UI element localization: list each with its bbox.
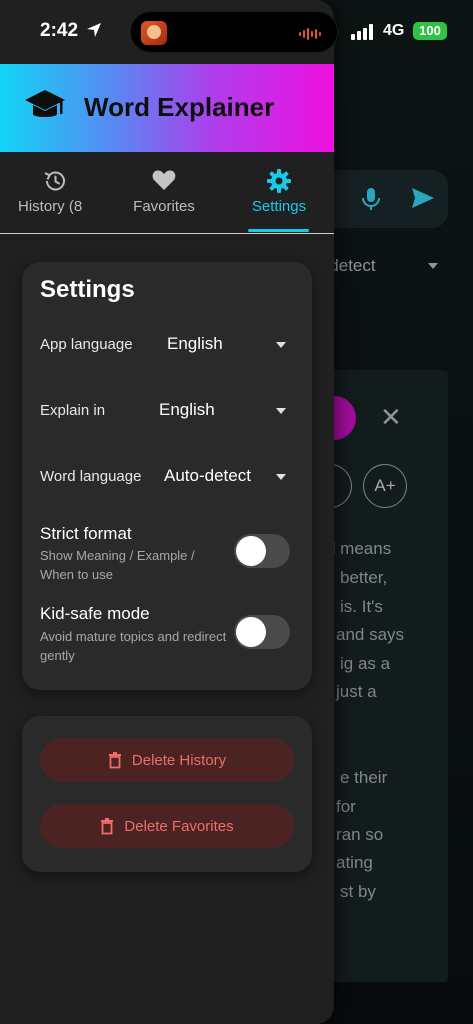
delete-history-label: Delete History <box>131 751 227 769</box>
dynamic-island[interactable] <box>130 11 338 53</box>
tab-settings-label: Settings <box>251 198 307 215</box>
background-text-line: just a <box>336 682 377 701</box>
background-text-line: ran so <box>336 825 384 844</box>
battery-indicator: 100 <box>413 22 447 40</box>
heart-icon <box>152 170 176 190</box>
settings-title: Settings <box>40 276 135 303</box>
tab-settings[interactable]: Settings <box>224 152 334 234</box>
history-icon <box>44 171 65 191</box>
gear-icon <box>267 169 291 193</box>
background-text-line: better, <box>340 568 388 587</box>
network-type: 4G <box>383 22 405 39</box>
status-time: 2:42 <box>40 20 79 41</box>
tab-history-label: History (8 <box>18 198 83 215</box>
background-text-line: for <box>336 797 356 816</box>
word-language-select[interactable]: Auto-detect <box>164 466 251 486</box>
delete-favorites-button[interactable]: Delete Favorites <box>40 804 294 848</box>
background-text-line: ig as a <box>340 654 391 673</box>
drawer-header: Word Explainer <box>0 64 334 152</box>
strict-format-subtitle: Show Meaning / Example / When to use <box>40 548 195 582</box>
kid-safe-subtitle: Avoid mature topics and redirect gently <box>40 629 227 663</box>
close-icon[interactable]: ✕ <box>380 402 402 433</box>
background-text-line: e their <box>340 768 388 787</box>
cellular-signal-icon <box>351 24 373 40</box>
chevron-down-icon[interactable] <box>276 342 286 348</box>
now-playing-app-icon <box>141 21 167 45</box>
danger-zone-card: Delete History Delete Favorites <box>22 716 312 872</box>
font-larger-button[interactable]: A+ <box>363 464 407 508</box>
kid-safe-title: Kid-safe mode <box>40 604 150 623</box>
word-language-label: Word language <box>40 468 142 485</box>
tab-favorites[interactable]: Favorites <box>110 152 218 234</box>
navigation-drawer: Word Explainer History (8 Favorites Sett… <box>0 0 334 1024</box>
strict-format-title: Strict format <box>40 524 132 543</box>
mic-icon[interactable] <box>360 186 382 212</box>
toggle-knob <box>236 536 266 566</box>
audio-waveform-icon <box>299 28 321 40</box>
trash-icon <box>101 817 114 834</box>
app-language-select[interactable]: English <box>167 334 223 354</box>
toggle-knob <box>236 617 266 647</box>
tab-history[interactable]: History (8 <box>0 152 110 234</box>
active-tab-indicator <box>248 229 309 232</box>
graduation-cap-icon <box>25 90 65 117</box>
chevron-down-icon <box>428 263 438 269</box>
explain-in-label: Explain in <box>40 402 106 419</box>
chevron-down-icon[interactable] <box>276 474 286 480</box>
settings-card: Settings App language English Explain in… <box>22 262 312 690</box>
background-text-line: st by <box>340 882 376 901</box>
background-text-line: ating <box>336 853 373 872</box>
chevron-down-icon[interactable] <box>276 408 286 414</box>
location-arrow-icon <box>87 23 101 37</box>
delete-favorites-label: Delete Favorites <box>124 817 234 835</box>
background-text-line: is. It's <box>340 597 383 616</box>
app-title: Word Explainer <box>84 92 275 122</box>
send-icon[interactable] <box>410 186 436 210</box>
background-text-line: d means <box>326 539 392 558</box>
tab-favorites-label: Favorites <box>133 198 195 215</box>
delete-history-button[interactable]: Delete History <box>40 738 294 782</box>
kid-safe-toggle[interactable] <box>234 615 290 649</box>
background-text-line: and says <box>336 625 405 644</box>
trash-icon <box>108 751 121 768</box>
strict-format-toggle[interactable] <box>234 534 290 568</box>
status-bar: 2:42 4G 100 <box>0 0 473 62</box>
app-icon-face <box>147 25 161 39</box>
tab-bar: History (8 Favorites Settings <box>0 152 334 234</box>
explain-in-select[interactable]: English <box>159 400 215 420</box>
app-language-label: App language <box>40 336 133 353</box>
